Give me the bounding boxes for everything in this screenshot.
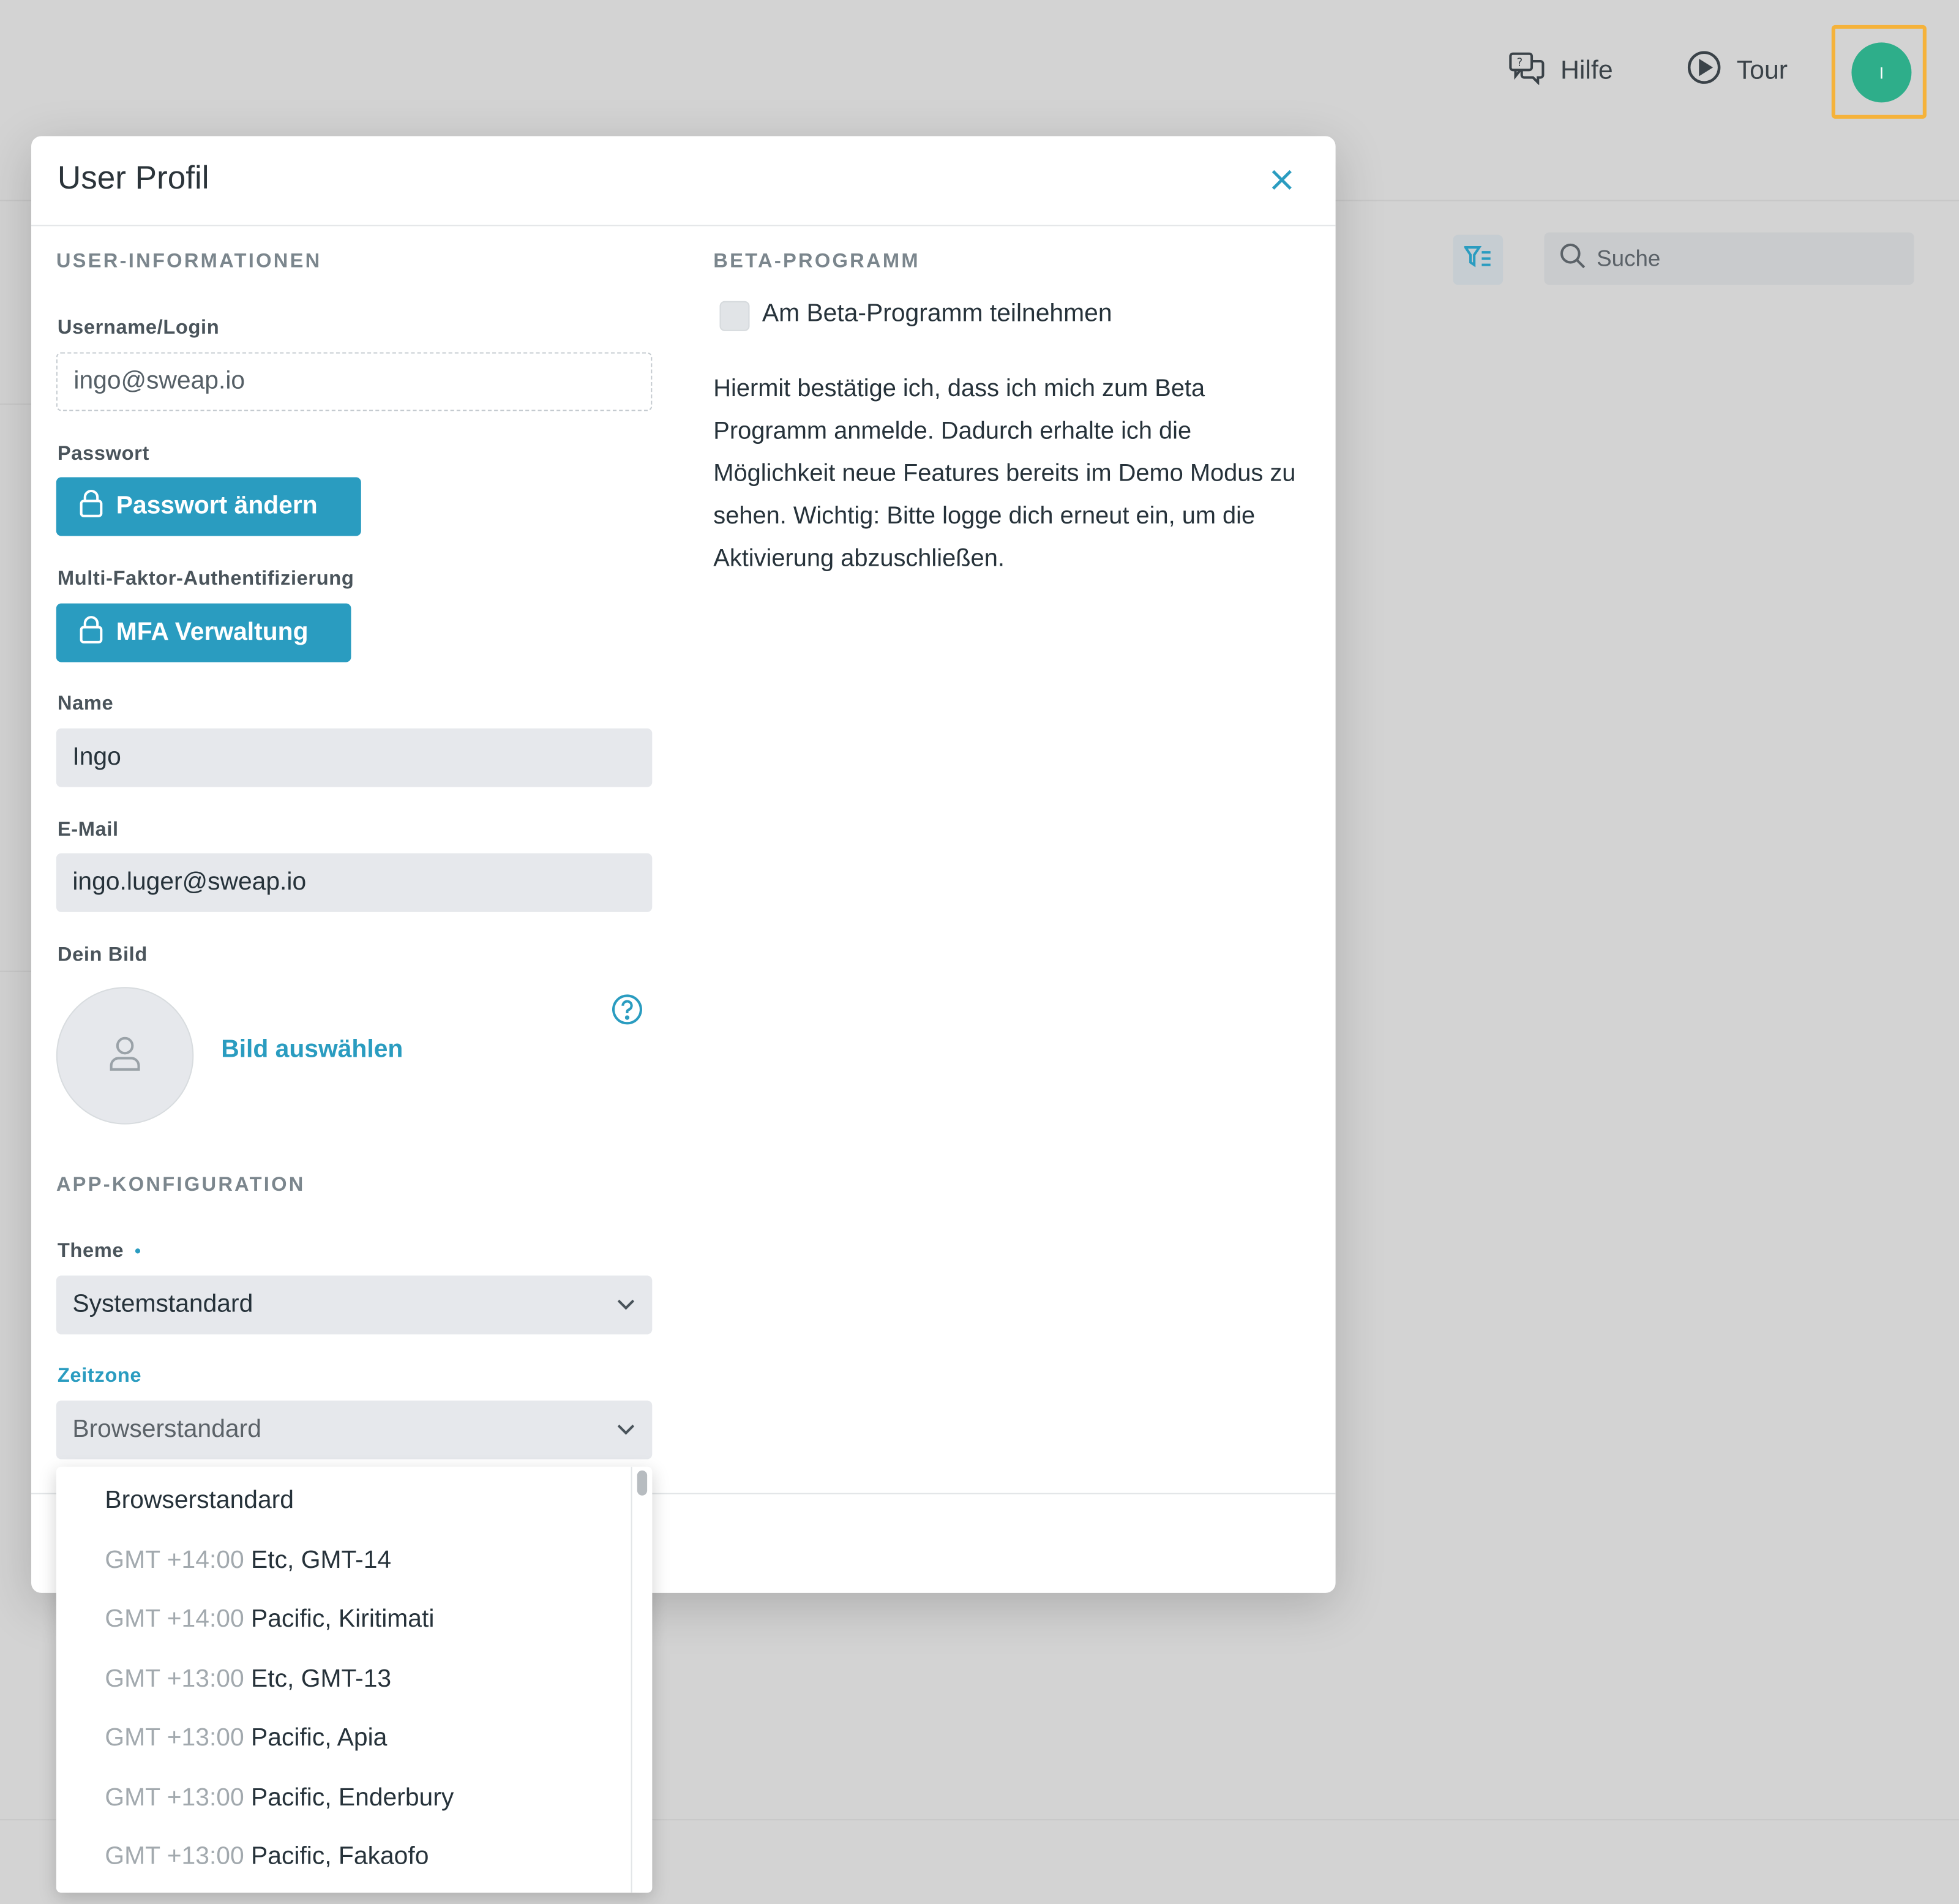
- close-icon: [1270, 168, 1293, 197]
- user-info-section-title: USER-INFORMATIONEN: [56, 251, 322, 272]
- option-name: Pacific, Apia: [251, 1724, 388, 1752]
- question-circle-icon[interactable]: [611, 993, 643, 1025]
- dropdown-option[interactable]: GMT +14:00 Etc, GMT-14: [105, 1546, 391, 1575]
- dropdown-option[interactable]: GMT +13:00 Pacific, Apia: [105, 1724, 387, 1753]
- email-input[interactable]: ingo.luger@sweap.io: [56, 853, 653, 912]
- search-input[interactable]: Suche: [1544, 232, 1914, 285]
- option-gmt: GMT +14:00: [105, 1546, 244, 1575]
- email-label: E-Mail: [57, 819, 119, 841]
- tour-label: Tour: [1736, 56, 1788, 85]
- tour-button[interactable]: Tour: [1687, 50, 1788, 92]
- password-label: Passwort: [57, 443, 149, 465]
- chat-help-icon: ?: [1508, 50, 1545, 92]
- lock-icon: [79, 488, 104, 525]
- email-value: ingo.luger@sweap.io: [72, 868, 307, 896]
- beta-description: Hiermit bestätige ich, dass ich mich zum…: [713, 375, 1296, 572]
- option-gmt: GMT +14:00: [105, 1605, 244, 1633]
- dropdown-option[interactable]: GMT +13:00 Pacific, Enderbury: [105, 1784, 454, 1813]
- required-mark: •: [135, 1240, 141, 1261]
- dropdown-option[interactable]: GMT +14:00 Pacific, Kiritimati: [105, 1605, 434, 1634]
- theme-label-text: Theme: [57, 1240, 124, 1262]
- help-button[interactable]: ? Hilfe: [1508, 50, 1613, 92]
- change-password-button[interactable]: Passwort ändern: [56, 477, 361, 536]
- modal-header: User Profil: [31, 136, 1336, 227]
- name-input[interactable]: Ingo: [56, 728, 653, 787]
- username-field: ingo@sweap.io: [56, 352, 653, 411]
- theme-value: Systemstandard: [72, 1291, 253, 1318]
- scrollbar-thumb[interactable]: [637, 1470, 648, 1496]
- user-profile-modal: User Profil USER-INFORMATIONEN Username/…: [31, 136, 1336, 1593]
- play-circle-icon: [1687, 50, 1721, 92]
- filter-icon: [1463, 245, 1492, 274]
- timezone-dropdown: Browserstandard GMT +14:00 Etc, GMT-14 G…: [56, 1466, 653, 1893]
- name-value: Ingo: [72, 743, 121, 771]
- mfa-label: Multi-Faktor-Authentifizierung: [57, 568, 354, 590]
- timezone-value: Browserstandard: [72, 1415, 261, 1444]
- picture-label: Dein Bild: [57, 944, 148, 966]
- option-name: Etc, GMT-14: [251, 1546, 392, 1575]
- dropdown-option[interactable]: Browserstandard: [105, 1486, 294, 1515]
- svg-text:?: ?: [1517, 56, 1523, 69]
- option-gmt: GMT +13:00: [105, 1843, 244, 1870]
- profile-picture-placeholder[interactable]: [56, 987, 194, 1125]
- filter-button[interactable]: [1453, 234, 1504, 285]
- username-label: Username/Login: [57, 317, 220, 339]
- lock-icon: [79, 614, 104, 651]
- dropdown-option[interactable]: GMT +13:00 Etc, GMT-13: [105, 1665, 391, 1694]
- help-label: Hilfe: [1560, 56, 1613, 85]
- chevron-down-icon: [615, 1293, 637, 1323]
- modal-title: User Profil: [57, 159, 209, 197]
- choose-picture-link[interactable]: Bild auswählen: [221, 1036, 403, 1065]
- option-gmt: GMT +13:00: [105, 1665, 244, 1693]
- beta-checkbox[interactable]: [719, 301, 750, 331]
- beta-checkbox-label[interactable]: Am Beta-Programm teilnehmen: [762, 300, 1112, 329]
- timezone-label: Zeitzone: [57, 1365, 142, 1387]
- option-name: Pacific, Enderbury: [251, 1784, 454, 1812]
- option-name: Pacific, Kiritimati: [251, 1605, 435, 1633]
- dropdown-scrollbar[interactable]: [631, 1466, 653, 1893]
- chevron-down-icon: [615, 1418, 637, 1448]
- mfa-management-label: MFA Verwaltung: [116, 618, 309, 647]
- mfa-management-button[interactable]: MFA Verwaltung: [56, 603, 351, 662]
- option-name: Etc, GMT-13: [251, 1665, 392, 1693]
- timezone-select[interactable]: Browserstandard: [56, 1400, 653, 1460]
- option-name: Browserstandard: [105, 1486, 294, 1515]
- app-config-section-title: APP-KONFIGURATION: [56, 1174, 305, 1196]
- app-root: ? Hilfe Tour I Suche User Profil USER-IN…: [0, 0, 1959, 1904]
- user-avatar[interactable]: I: [1851, 42, 1912, 103]
- option-gmt: GMT +13:00: [105, 1784, 244, 1812]
- option-gmt: GMT +13:00: [105, 1724, 244, 1752]
- avatar-initial: I: [1879, 63, 1884, 82]
- beta-section-title: BETA-PROGRAMM: [713, 251, 920, 272]
- search-placeholder: Suche: [1597, 245, 1661, 271]
- username-value: ingo@sweap.io: [73, 367, 245, 395]
- search-icon: [1559, 242, 1587, 275]
- option-name: Pacific, Fakaofo: [251, 1843, 429, 1870]
- theme-label: Theme •: [58, 1240, 141, 1263]
- change-password-label: Passwort ändern: [116, 492, 318, 520]
- name-label: Name: [57, 693, 114, 715]
- user-icon: [109, 1034, 141, 1078]
- dropdown-option[interactable]: GMT +13:00 Pacific, Fakaofo: [105, 1843, 429, 1872]
- close-button[interactable]: [1263, 163, 1300, 201]
- theme-select[interactable]: Systemstandard: [56, 1275, 653, 1335]
